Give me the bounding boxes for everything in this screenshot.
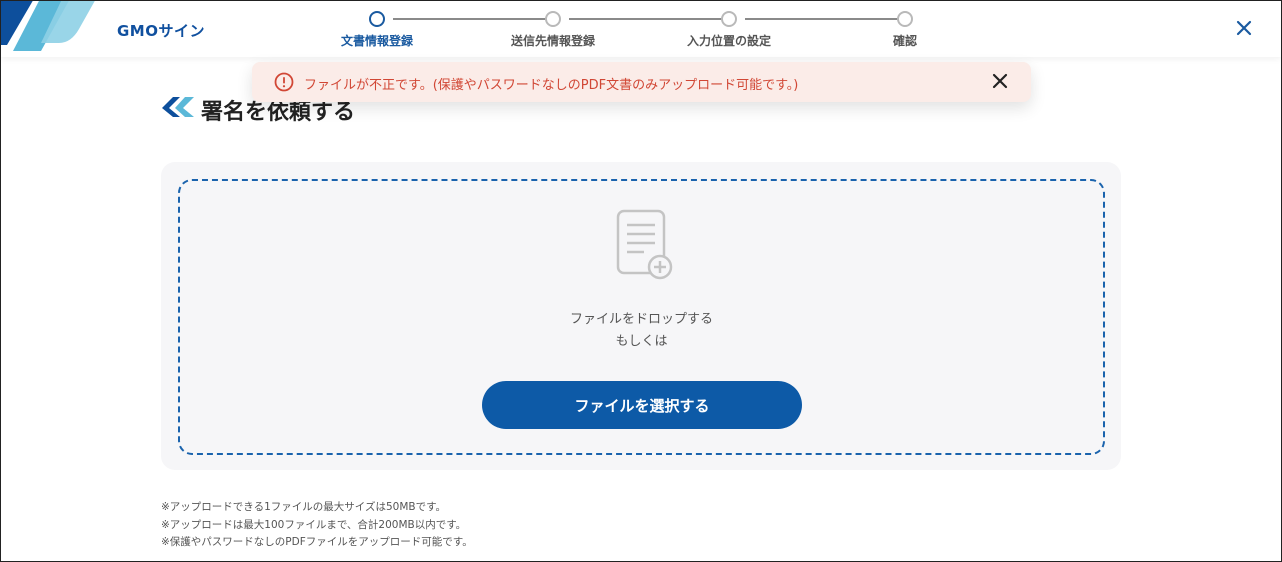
- progress-stepper: 文書情報登録 送信先情報登録 入力位置の設定 確認: [341, 11, 917, 51]
- select-file-button[interactable]: ファイルを選択する: [482, 381, 802, 429]
- error-toast: ファイルが不正です。(保護やパスワードなしのPDF文書のみアップロード可能です。…: [252, 62, 1031, 102]
- close-icon[interactable]: [1231, 15, 1257, 41]
- step-dot-3: [721, 11, 737, 27]
- document-add-icon: [614, 209, 676, 281]
- step-label-4: 確認: [892, 34, 918, 48]
- step-label-1: 文書情報登録: [340, 34, 414, 48]
- brand-logo-mark-icon: [1, 1, 101, 53]
- error-message: ファイルが不正です。(保護やパスワードなしのPDF文書のみアップロード可能です。…: [304, 78, 799, 93]
- toast-close-icon[interactable]: [989, 70, 1011, 92]
- step-dot-1: [369, 11, 385, 27]
- alert-circle-icon: [274, 72, 294, 92]
- app-header: GMOサイン 文書情報登録 送信先情報登録 入力位置の設定 確認: [1, 1, 1281, 57]
- upload-notes: ※アップロードできる1ファイルの最大サイズは50MBです。 ※アップロードは最大…: [161, 499, 473, 552]
- step-connector: [569, 18, 731, 20]
- upload-panel: ファイルをドロップする もしくは ファイルを選択する: [161, 162, 1121, 470]
- step-label-3: 入力位置の設定: [686, 34, 772, 48]
- drop-text-line2: もしくは: [615, 334, 668, 349]
- step-dot-4: [897, 11, 913, 27]
- drop-text-line1: ファイルをドロップする: [569, 312, 713, 327]
- step-connector: [745, 18, 899, 20]
- note-item: ※アップロードは最大100ファイルまで、合計200MB以内です。: [161, 518, 467, 531]
- step-dot-2: [545, 11, 561, 27]
- drop-instructions: ファイルをドロップする もしくは: [180, 309, 1103, 353]
- note-item: ※保護やパスワードなしのPDFファイルをアップロード可能です。: [161, 536, 473, 548]
- step-label-2: 送信先情報登録: [510, 34, 596, 48]
- brand-mark-icon: [161, 96, 195, 118]
- file-dropzone[interactable]: ファイルをドロップする もしくは ファイルを選択する: [178, 179, 1105, 455]
- step-connector: [393, 18, 555, 20]
- brand-name: GMOサイン: [117, 22, 205, 40]
- note-item: ※アップロードできる1ファイルの最大サイズは50MBです。: [161, 501, 447, 513]
